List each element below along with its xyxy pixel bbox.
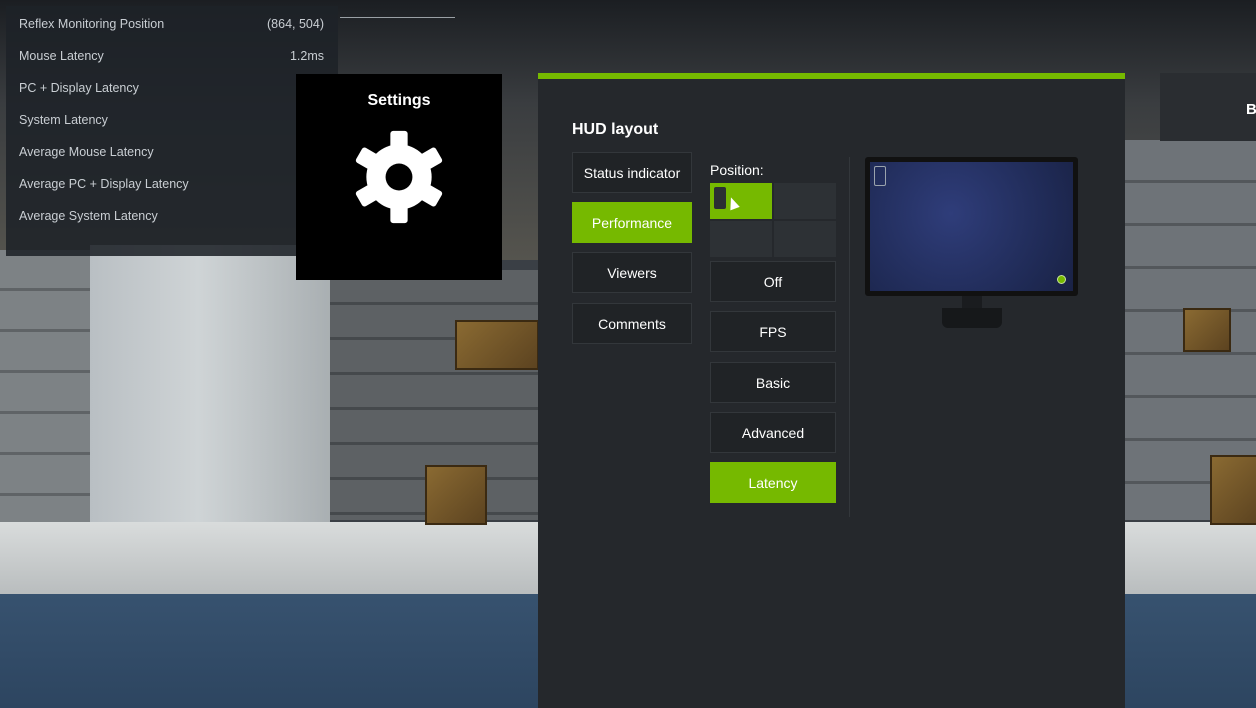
stat-label: Average System Latency	[19, 209, 158, 223]
stat-row: Average Mouse Latency 0	[19, 142, 324, 162]
stat-label: Average PC + Display Latency	[19, 177, 189, 191]
wooden-crate	[425, 465, 487, 525]
tab-performance[interactable]: Performance	[572, 202, 692, 243]
stat-value: (864, 504)	[267, 17, 324, 31]
position-bottom-left[interactable]	[710, 221, 772, 257]
side-panel-label: B	[1246, 101, 1256, 118]
stat-row: PC + Display Latency 22	[19, 78, 324, 98]
wooden-crate	[1210, 455, 1256, 525]
side-panel[interactable]: B	[1160, 73, 1256, 141]
position-top-right[interactable]	[774, 183, 836, 219]
stat-row: Average PC + Display Latency 12	[19, 174, 324, 194]
stat-label: Mouse Latency	[19, 49, 104, 63]
status-dot-icon	[1057, 275, 1066, 284]
tab-comments[interactable]: Comments	[572, 303, 692, 344]
brick-wall-left	[0, 250, 95, 530]
hud-preview-marker	[874, 166, 886, 186]
tab-viewers[interactable]: Viewers	[572, 252, 692, 293]
stat-label: Reflex Monitoring Position	[19, 17, 165, 31]
position-label: Position:	[710, 162, 764, 178]
monitor-stand-base	[942, 308, 1002, 328]
stat-value: 1.2ms	[289, 49, 324, 63]
vertical-divider	[849, 157, 850, 517]
position-bottom-right[interactable]	[774, 221, 836, 257]
option-advanced[interactable]: Advanced	[710, 412, 836, 453]
position-grid	[710, 183, 836, 257]
mouse-cursor-icon	[726, 195, 740, 211]
wooden-crate	[455, 320, 539, 370]
settings-tile[interactable]: Settings	[296, 74, 502, 280]
position-top-left[interactable]	[710, 183, 772, 219]
stat-row: Average System Latency 12	[19, 206, 324, 226]
stat-row: Mouse Latency 1.2ms	[19, 46, 324, 66]
panel-title: HUD layout	[572, 121, 659, 138]
stat-row: System Latency 2	[19, 110, 324, 130]
monitor-preview	[865, 157, 1078, 296]
stat-label: Average Mouse Latency	[19, 145, 154, 159]
stat-label: System Latency	[19, 113, 108, 127]
option-latency[interactable]: Latency	[710, 462, 836, 503]
option-fps[interactable]: FPS	[710, 311, 836, 352]
divider-line	[340, 17, 455, 18]
settings-title: Settings	[367, 92, 431, 109]
option-off[interactable]: Off	[710, 261, 836, 302]
tab-status-indicator[interactable]: Status indicator	[572, 152, 692, 193]
wooden-crate	[1183, 308, 1231, 352]
hud-marker	[714, 187, 726, 209]
gear-icon	[355, 130, 443, 224]
monitor-screen	[870, 162, 1073, 291]
stat-row: Reflex Monitoring Position (864, 504)	[19, 14, 324, 34]
hud-layout-panel: HUD layout Status indicator Performance …	[538, 73, 1125, 708]
reflex-stats-overlay: Reflex Monitoring Position (864, 504) Mo…	[6, 6, 338, 256]
option-basic[interactable]: Basic	[710, 362, 836, 403]
stat-label: PC + Display Latency	[19, 81, 139, 95]
